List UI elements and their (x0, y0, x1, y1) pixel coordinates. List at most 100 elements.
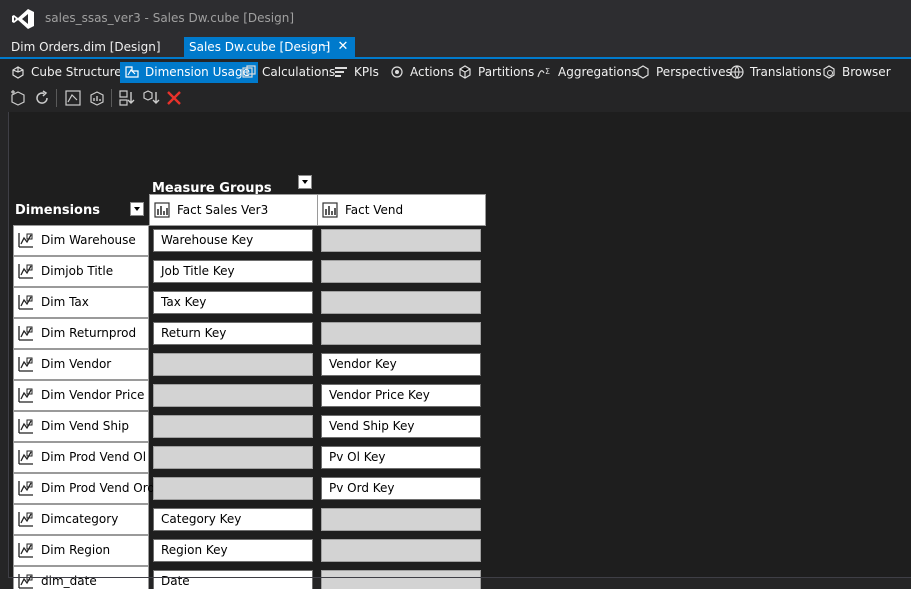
empty-relationship-cell[interactable] (153, 477, 313, 500)
relationship-cell[interactable]: Date (153, 570, 313, 589)
designer-tab-bar: Cube Structure Dimension Usage Calculati… (6, 60, 906, 84)
relationship-cell[interactable]: Return Key (153, 322, 313, 345)
delete-icon[interactable] (164, 88, 184, 108)
dimension-icon (18, 512, 33, 527)
dimension-usage-icon (125, 66, 139, 78)
doc-tab-label: Sales Dw.cube [Design] (189, 40, 331, 54)
dimension-label: Dim Vend Ship (41, 419, 129, 433)
dimension-row-header[interactable]: Dim Tax (13, 287, 149, 318)
dimensions-dropdown-button[interactable] (130, 202, 144, 216)
kpis-icon (335, 67, 347, 77)
show-all-dimensions-icon[interactable] (63, 88, 83, 108)
dimension-icon (18, 574, 33, 589)
dimension-row-header[interactable]: Dim Returnprod (13, 318, 149, 349)
dimension-icon (18, 543, 33, 558)
window-title: sales_ssas_ver3 - Sales Dw.cube [Design] (45, 11, 295, 25)
dimension-label: Dim Vendor Price (41, 388, 145, 402)
relationship-cell[interactable]: Warehouse Key (153, 229, 313, 252)
measure-group-icon (322, 202, 338, 218)
toolbar-separator (111, 89, 112, 107)
dimension-label: Dim Warehouse (41, 233, 136, 247)
measure-group-column-header[interactable]: Fact Vend (317, 194, 486, 226)
empty-relationship-cell[interactable] (321, 260, 481, 283)
title-bar: sales_ssas_ver3 - Sales Dw.cube [Design] (0, 0, 911, 37)
tab-actions[interactable]: Actions (385, 62, 454, 83)
empty-relationship-cell[interactable] (153, 415, 313, 438)
dimension-label: Dim Tax (41, 295, 89, 309)
empty-relationship-cell[interactable] (153, 446, 313, 469)
tab-cube-structure[interactable]: Cube Structure (6, 62, 122, 83)
tab-label: Translations (750, 65, 822, 79)
cube-structure-icon (12, 66, 24, 79)
dimension-label: Dim Vendor (41, 357, 112, 371)
empty-relationship-cell[interactable] (321, 229, 481, 252)
tab-aggregations[interactable]: Σ Aggregations (533, 62, 638, 83)
measure-groups-dropdown-button[interactable] (298, 175, 312, 189)
empty-relationship-cell[interactable] (321, 508, 481, 531)
empty-relationship-cell[interactable] (321, 539, 481, 562)
pin-icon[interactable]: ⊣ (319, 37, 331, 57)
relationship-cell[interactable]: Category Key (153, 508, 313, 531)
designer-toolbar (6, 86, 906, 110)
translations-icon (730, 65, 744, 79)
relationship-cell[interactable]: Tax Key (153, 291, 313, 314)
tab-kpis[interactable]: KPIs (329, 62, 379, 83)
refresh-icon[interactable] (32, 88, 52, 108)
show-measure-groups-icon[interactable] (87, 88, 107, 108)
tab-label: Cube Structure (31, 65, 122, 79)
dimension-label: Dim Returnprod (41, 326, 137, 340)
dimension-row-header[interactable]: Dim Vendor Price (13, 380, 149, 411)
relationship-cell[interactable]: Pv Ol Key (321, 446, 481, 469)
relationship-cell[interactable]: Job Title Key (153, 260, 313, 283)
dimension-row-header[interactable]: Dimjob Title (13, 256, 149, 287)
doc-tab-sales-dw-cube[interactable]: Sales Dw.cube [Design] ⊣ ✕ (184, 37, 355, 57)
dimension-icon (18, 450, 33, 465)
dimension-icon (18, 295, 33, 310)
tab-label: Calculations (262, 65, 336, 79)
tab-label: Actions (410, 65, 454, 79)
empty-relationship-cell[interactable] (321, 291, 481, 314)
tab-browser[interactable]: Browser (817, 62, 891, 83)
dimension-row-header[interactable]: Dim Warehouse (13, 225, 149, 256)
tab-translations[interactable]: Translations (725, 62, 822, 83)
relationship-cell[interactable]: Region Key (153, 539, 313, 562)
relationship-cell[interactable]: Vendor Key (321, 353, 481, 376)
measure-group-label: Fact Sales Ver3 (177, 203, 269, 217)
dimension-icon (18, 388, 33, 403)
empty-relationship-cell[interactable] (321, 322, 481, 345)
dimension-icon (18, 419, 33, 434)
doc-tab-label: Dim Orders.dim [Design] (11, 40, 161, 54)
measure-group-column-header[interactable]: Fact Sales Ver3 (149, 194, 318, 226)
tab-partitions[interactable]: Partitions (453, 62, 534, 83)
tab-calculations[interactable]: Calculations (237, 62, 335, 83)
relationship-cell[interactable]: Vend Ship Key (321, 415, 481, 438)
calculations-icon (242, 65, 256, 78)
sort-dimensions-icon[interactable] (117, 88, 137, 108)
dimension-row-header[interactable]: Dim Vend Ship (13, 411, 149, 442)
dimension-label: Dim Prod Vend Ol (41, 450, 147, 464)
dimension-row-header[interactable]: Dim Prod Vend Ol (13, 442, 149, 473)
partitions-icon (459, 65, 471, 79)
doc-tab-dim-orders[interactable]: Dim Orders.dim [Design] (0, 37, 161, 57)
tab-label: Partitions (478, 65, 535, 79)
tab-perspectives[interactable]: Perspectives (631, 62, 732, 83)
empty-relationship-cell[interactable] (153, 353, 313, 376)
perspectives-icon (637, 65, 649, 79)
dimension-row-header[interactable]: Dimcategory (13, 504, 149, 535)
grid-bottom-border (8, 577, 911, 578)
dimension-row-header[interactable]: Dim Vendor (13, 349, 149, 380)
close-icon[interactable]: ✕ (337, 37, 349, 57)
dimension-icon (18, 233, 33, 248)
tab-label: KPIs (354, 65, 379, 79)
add-cube-dimension-icon[interactable] (8, 88, 28, 108)
empty-relationship-cell[interactable] (321, 570, 481, 589)
relationship-cell[interactable]: Pv Ord Key (321, 477, 481, 500)
svg-text:Σ: Σ (545, 67, 550, 76)
sort-measure-groups-icon[interactable] (141, 88, 161, 108)
empty-relationship-cell[interactable] (153, 384, 313, 407)
dimension-row-header[interactable]: Dim Prod Vend Ord (13, 473, 155, 504)
cube-designer: Cube Structure Dimension Usage Calculati… (0, 59, 911, 589)
relationship-cell[interactable]: Vendor Price Key (321, 384, 481, 407)
dimension-label: Dimjob Title (41, 264, 114, 278)
dimension-row-header[interactable]: Dim Region (13, 535, 149, 566)
